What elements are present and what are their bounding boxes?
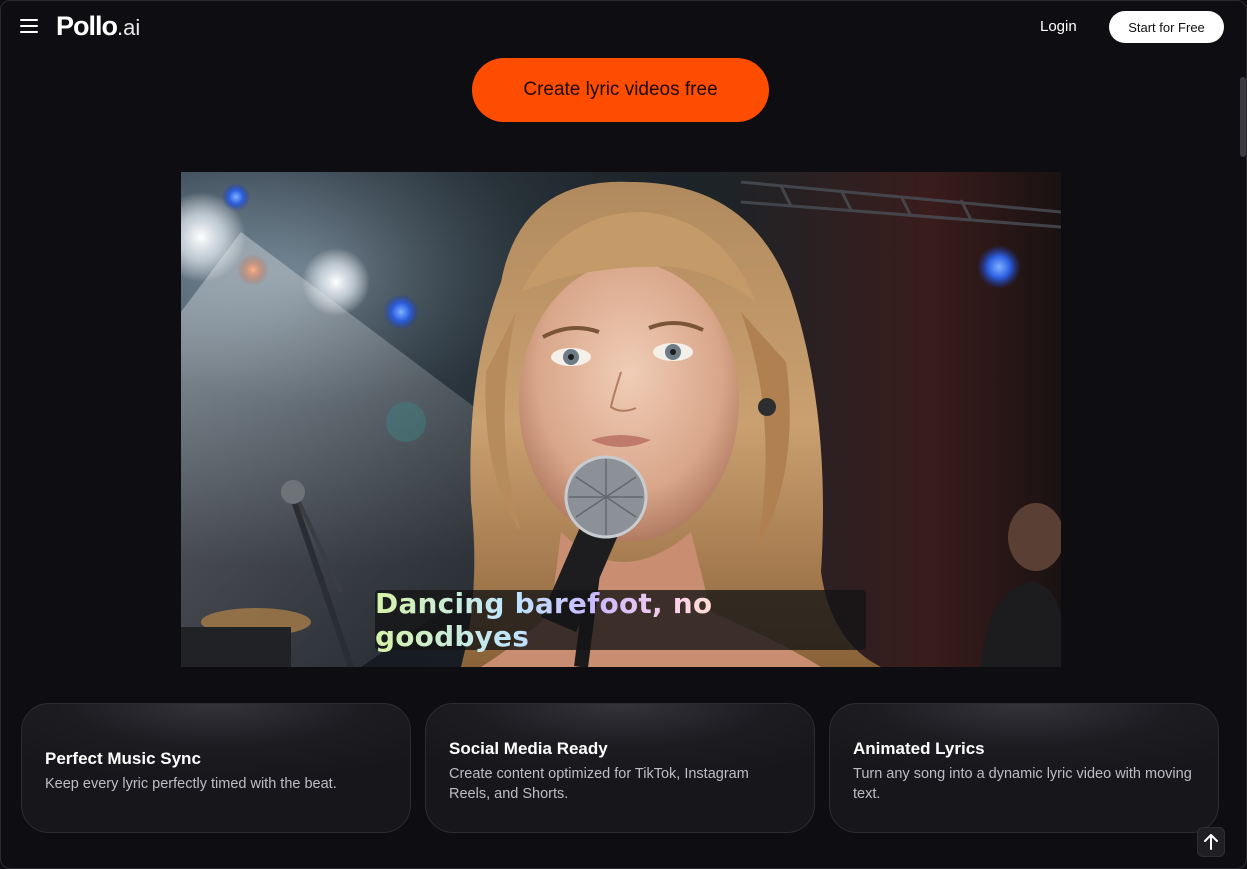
arrow-up-icon — [1204, 834, 1218, 850]
feature-card-animated-lyrics: Animated Lyrics Turn any song into a dyn… — [829, 703, 1219, 833]
logo-main: Pollo — [56, 11, 118, 41]
start-for-free-button[interactable]: Start for Free — [1109, 11, 1224, 43]
logo-suffix: .ai — [117, 15, 141, 40]
feature-description: Create content optimized for TikTok, Ins… — [449, 766, 749, 802]
feature-card-social-media: Social Media Ready Create content optimi… — [425, 703, 815, 833]
feature-description: Turn any song into a dynamic lyric video… — [853, 766, 1192, 802]
demo-video[interactable]: Dancing barefoot, no goodbyes — [181, 172, 1061, 667]
lyric-caption-box: Dancing barefoot, no goodbyes — [375, 587, 866, 653]
feature-description: Keep every lyric perfectly timed with th… — [45, 776, 337, 792]
top-nav: Pollo.ai Login Start for Free — [1, 1, 1246, 53]
feature-title: Perfect Music Sync — [45, 749, 201, 768]
feature-card-music-sync: Perfect Music Sync Keep every lyric perf… — [21, 703, 411, 833]
hamburger-menu-icon[interactable] — [20, 19, 38, 33]
feature-title: Animated Lyrics — [853, 739, 985, 758]
scrollbar-thumb[interactable] — [1240, 77, 1246, 157]
back-to-top-button[interactable] — [1197, 827, 1225, 857]
page: Pollo.ai Login Start for Free Create lyr… — [0, 0, 1247, 869]
feature-title: Social Media Ready — [449, 739, 608, 758]
create-lyric-videos-button[interactable]: Create lyric videos free — [472, 58, 769, 122]
scrollbar[interactable] — [1239, 53, 1246, 868]
logo[interactable]: Pollo.ai — [56, 11, 140, 42]
lyric-caption: Dancing barefoot, no goodbyes — [375, 587, 866, 653]
login-link[interactable]: Login — [1040, 18, 1077, 35]
